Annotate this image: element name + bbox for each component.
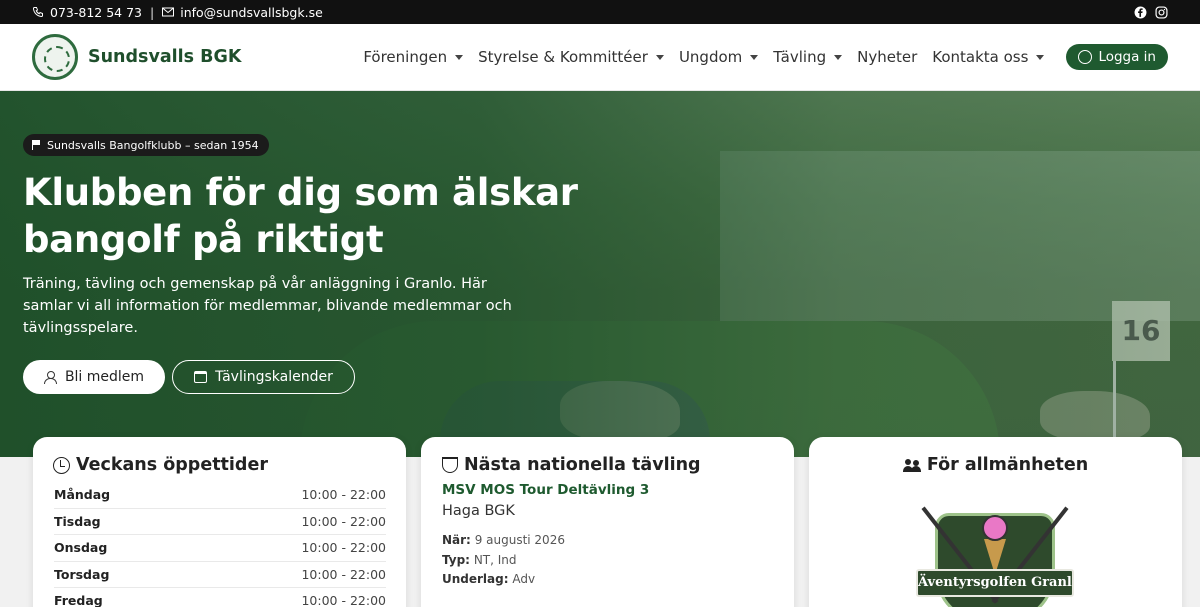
hero-section: 16 Sundsvalls Bangolfklubb – sedan 1954 … (0, 91, 1200, 457)
meta-value: NT, Ind (473, 552, 517, 567)
competition-surface: Underlag: Adv (442, 570, 565, 590)
nav-ungdom[interactable]: Ungdom (678, 48, 759, 66)
flag-icon (32, 140, 41, 150)
nav-styrelse[interactable]: Styrelse & Kommittéer (478, 48, 664, 66)
hours-day: Tisdag (54, 513, 101, 529)
hours-row: Onsdag 10:00 - 22:00 (54, 535, 386, 562)
nav-label: Nyheter (857, 48, 918, 66)
facebook-icon[interactable] (1134, 6, 1147, 19)
club-logo[interactable] (32, 34, 78, 80)
hours-time: 10:00 - 22:00 (301, 593, 386, 607)
next-competition-card: Nästa nationella tävling MSV MOS Tour De… (421, 437, 794, 607)
badge-text: Sundsvalls Bangolfklubb – sedan 1954 (47, 138, 259, 152)
user-plus-icon (43, 371, 57, 384)
chevron-down-icon (834, 54, 843, 60)
meta-value: 9 augusti 2026 (474, 533, 565, 547)
hours-row: Fredag 10:00 - 22:00 (54, 588, 386, 607)
nav-label: Kontakta oss (932, 48, 1029, 66)
hours-time: 10:00 - 22:00 (301, 487, 386, 503)
hours-row: Måndag 10:00 - 22:00 (54, 482, 386, 509)
competition-calendar-button[interactable]: Tävlingskalender (172, 360, 355, 394)
nav-label: Ungdom (678, 48, 743, 66)
adventure-golf-logo[interactable]: Äventyrsgolfen Granlo (916, 495, 1074, 607)
hours-time: 10:00 - 22:00 (301, 513, 386, 529)
meta-label: Underlag: (442, 572, 509, 586)
competition-name[interactable]: MSV MOS Tour Deltävling 3 (442, 482, 649, 498)
brand-name[interactable]: Sundsvalls BGK (88, 47, 241, 67)
nav-foreningen[interactable]: Föreningen (363, 48, 464, 66)
competition-date: När: 9 augusti 2026 (442, 531, 565, 551)
nav-nyheter[interactable]: Nyheter (857, 48, 917, 66)
hours-row: Tisdag 10:00 - 22:00 (54, 509, 386, 535)
next-competition-title: Nästa nationella tävling (442, 455, 701, 475)
email-address[interactable]: info@sundsvallsbgk.se (180, 5, 323, 20)
hours-day: Fredag (54, 593, 103, 607)
login-label: Logga in (1098, 49, 1156, 65)
main-nav: Föreningen Styrelse & Kommittéer Ungdom … (348, 44, 1168, 70)
phone-icon (32, 7, 43, 18)
public-card: För allmänheten Äventyrsgolfen Granlo (809, 437, 1182, 607)
nav-label: Tävling (773, 48, 827, 66)
meta-label: När: (442, 533, 471, 547)
phone-contact[interactable]: 073-812 54 73 (32, 5, 142, 20)
hours-day: Onsdag (54, 540, 108, 556)
chevron-down-icon (655, 54, 664, 60)
competition-venue: Haga BGK (442, 503, 515, 519)
nav-label: Styrelse & Kommittéer (478, 48, 648, 66)
mail-icon (162, 7, 175, 17)
users-icon (902, 458, 921, 472)
topbar-separator: | (150, 4, 155, 20)
chevron-down-icon (1036, 54, 1045, 60)
phone-number[interactable]: 073-812 54 73 (50, 5, 142, 20)
card-title-text: För allmänheten (926, 455, 1089, 475)
chevron-down-icon (455, 54, 464, 60)
card-title-text: Nästa nationella tävling (464, 455, 701, 475)
ice-cream-scoop (982, 515, 1008, 541)
hours-list: Måndag 10:00 - 22:00 Tisdag 10:00 - 22:00 … (54, 482, 386, 607)
become-member-label: Bli medlem (64, 369, 145, 385)
hours-time: 10:00 - 22:00 (301, 540, 386, 556)
hours-day: Måndag (54, 487, 111, 503)
login-button[interactable]: Logga in (1066, 44, 1168, 70)
chevron-down-icon (750, 54, 759, 60)
top-bar: 073-812 54 73 | info@sundsvallsbgk.se (0, 0, 1200, 24)
trophy-icon (442, 457, 458, 473)
competition-details: När: 9 augusti 2026 Typ: NT, Ind Underla… (442, 531, 565, 590)
hours-row: Torsdag 10:00 - 22:00 (54, 562, 386, 588)
user-circle-icon (1078, 50, 1093, 64)
social-links (1134, 5, 1168, 19)
competition-calendar-label: Tävlingskalender (215, 369, 333, 385)
hero-badge: Sundsvalls Bangolfklubb – sedan 1954 (23, 134, 269, 156)
instagram-icon[interactable] (1155, 5, 1168, 19)
nav-tavling[interactable]: Tävling (773, 48, 843, 66)
hero-title: Klubben för dig som älskar bangolf på ri… (23, 171, 578, 261)
nav-label: Föreningen (363, 48, 448, 66)
hours-day: Torsdag (54, 566, 110, 582)
opening-hours-card: Veckans öppettider Måndag 10:00 - 22:00 T… (33, 437, 406, 607)
meta-value: Adv (512, 572, 536, 586)
calendar-icon (194, 371, 208, 383)
hours-time: 10:00 - 22:00 (301, 566, 386, 582)
clock-icon (53, 456, 70, 474)
meta-label: Typ: (442, 552, 470, 567)
competition-type: Typ: NT, Ind (442, 551, 565, 571)
card-title-text: Veckans öppettider (76, 455, 268, 475)
hero-lead: Träning, tävling och gemenskap på vår an… (23, 276, 512, 336)
nav-kontakta[interactable]: Kontakta oss (932, 48, 1045, 66)
site-header: Sundsvalls BGK Föreningen Styrelse & Kom… (0, 24, 1200, 91)
emblem-banner: Äventyrsgolfen Granlo (916, 569, 1074, 597)
public-card-title: För allmänheten (809, 455, 1182, 475)
email-contact[interactable]: info@sundsvallsbgk.se (162, 5, 323, 20)
opening-hours-title: Veckans öppettider (53, 455, 268, 475)
become-member-button[interactable]: Bli medlem (23, 360, 165, 394)
